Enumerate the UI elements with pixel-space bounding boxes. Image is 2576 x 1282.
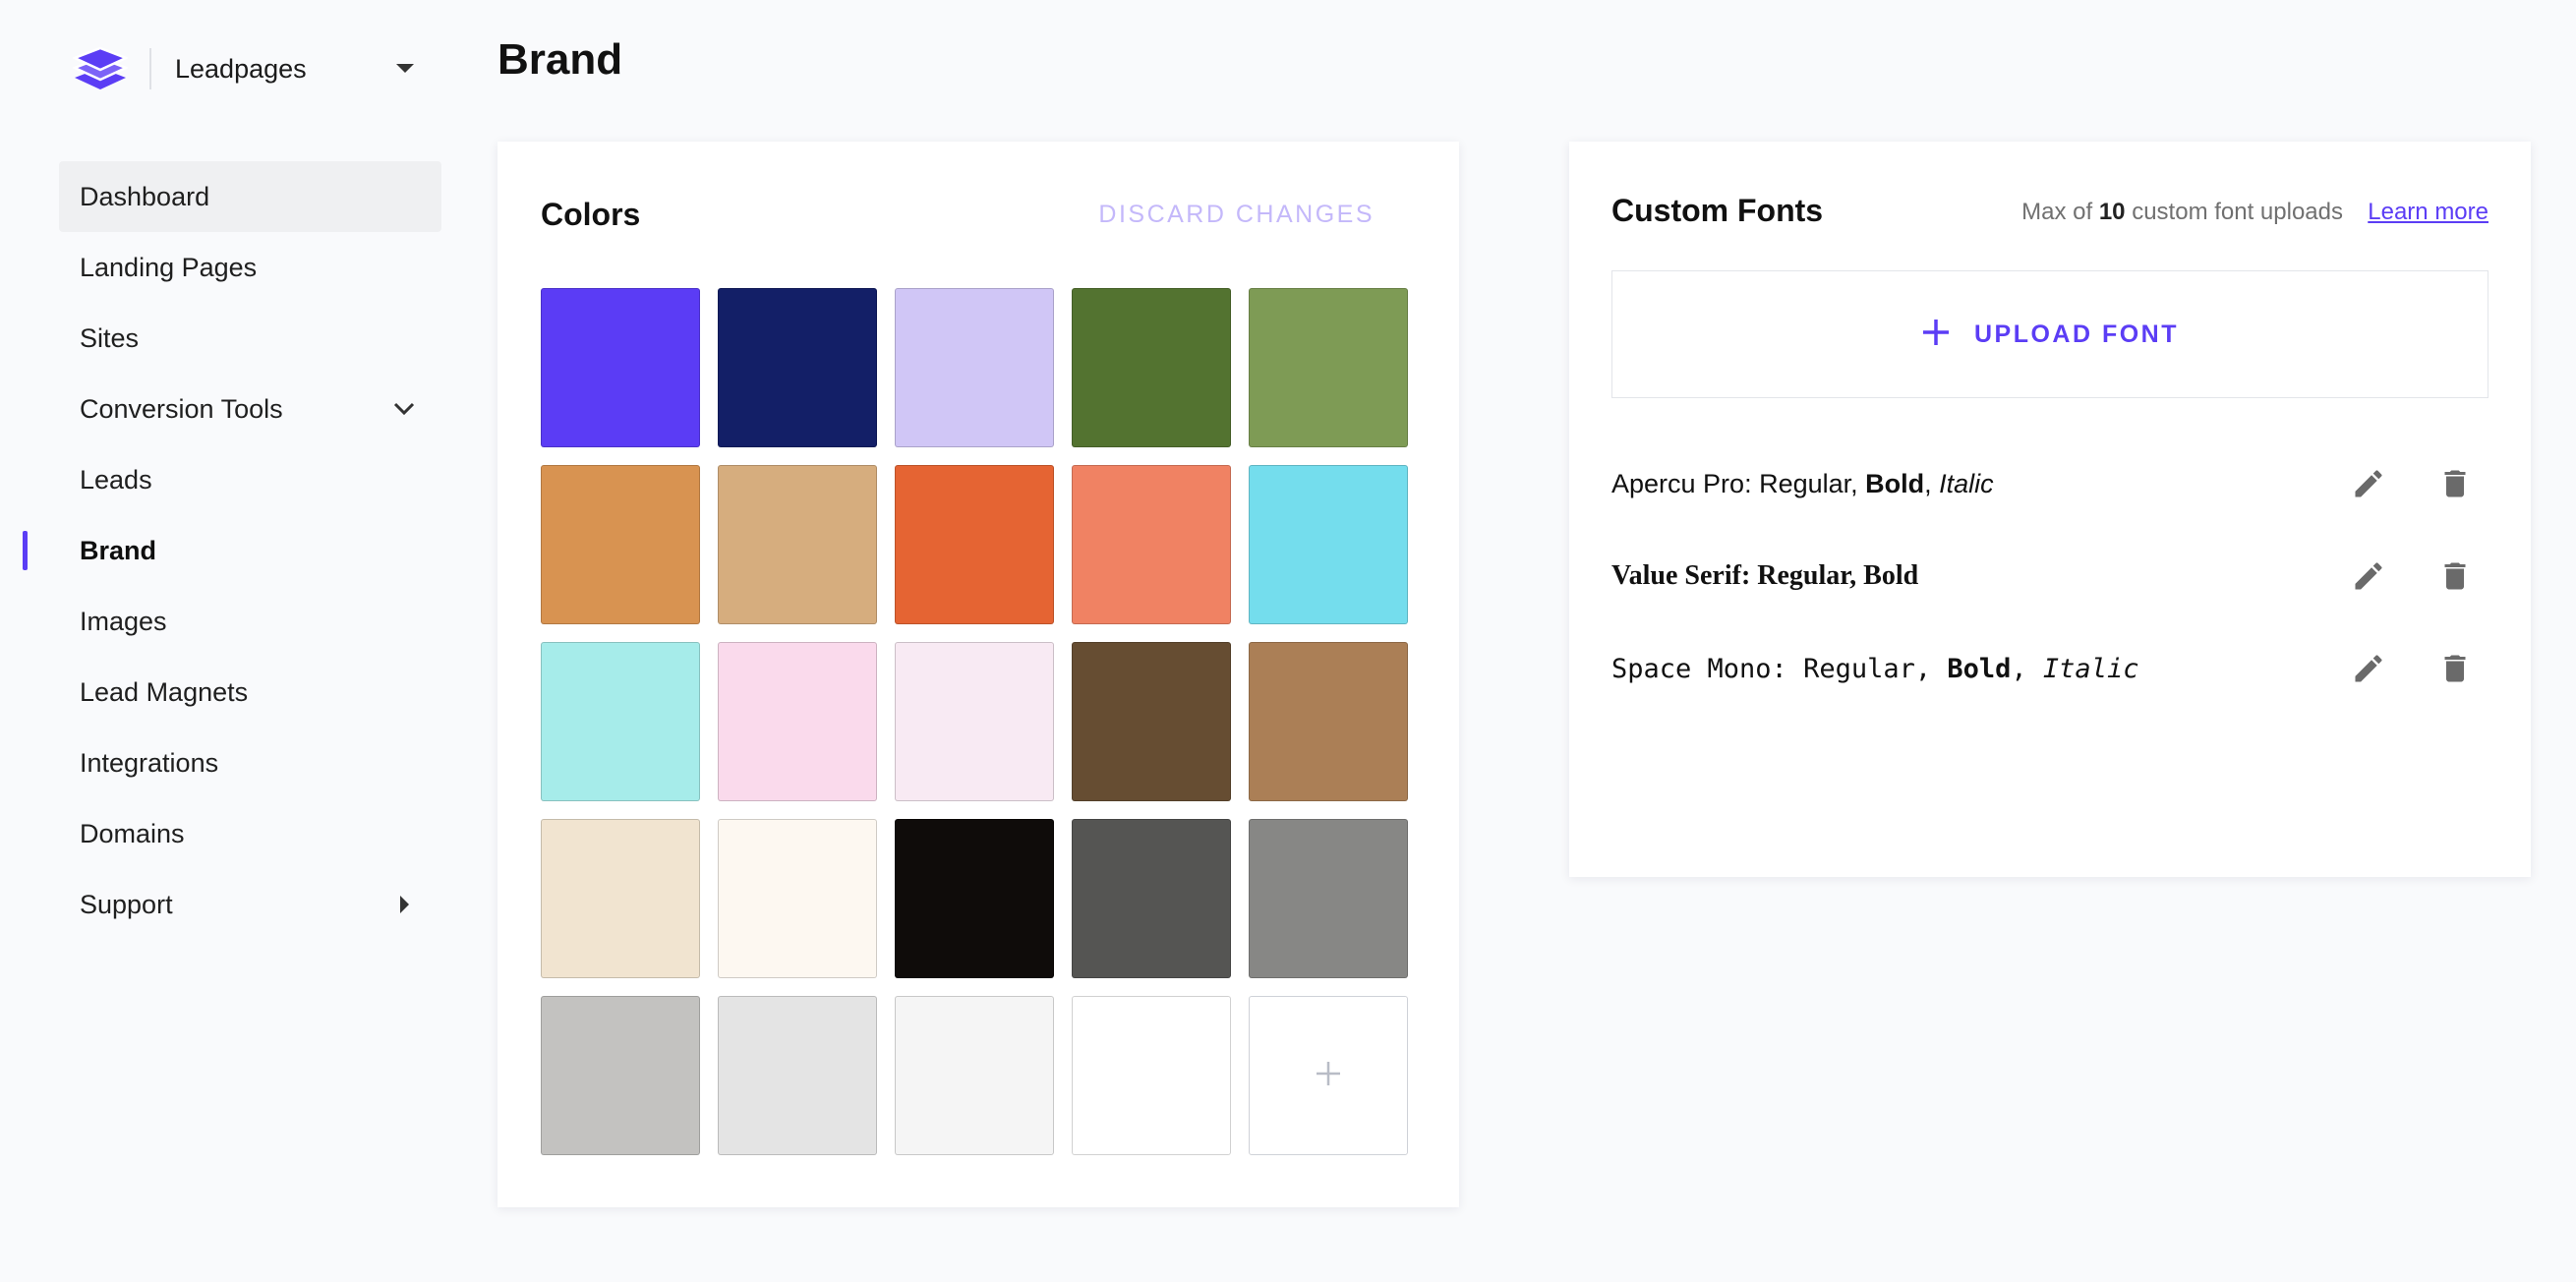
nav-item-images[interactable]: Images bbox=[59, 586, 441, 657]
font-family-text: Apercu Pro: Regular, bbox=[1611, 468, 1866, 498]
nav-item-label: Domains bbox=[80, 818, 185, 848]
edit-pencil-icon[interactable] bbox=[2347, 462, 2390, 505]
trash-icon[interactable] bbox=[2433, 554, 2477, 598]
color-swatch[interactable] bbox=[1249, 819, 1408, 978]
font-name: Value Serif: Regular, Bold bbox=[1611, 560, 1919, 591]
custom-fonts-title: Custom Fonts bbox=[1611, 193, 1824, 228]
font-weight-bold: Bold bbox=[1865, 468, 1925, 498]
nav-item-label: Leads bbox=[80, 464, 152, 495]
color-swatch[interactable] bbox=[541, 996, 700, 1155]
brand-divider bbox=[149, 48, 151, 89]
nav-item-integrations[interactable]: Integrations bbox=[59, 728, 441, 798]
font-name: Apercu Pro: Regular, Bold, Italic bbox=[1611, 469, 2347, 499]
caret-right-icon[interactable] bbox=[386, 887, 422, 922]
note-prefix: Max of bbox=[2021, 199, 2099, 225]
color-swatch[interactable] bbox=[1249, 642, 1408, 801]
font-family-text: Space Mono: Regular, bbox=[1611, 653, 1948, 684]
color-swatch[interactable] bbox=[718, 465, 877, 624]
colors-title: Colors bbox=[541, 197, 641, 232]
colors-card: Colors DISCARD CHANGES bbox=[498, 142, 1459, 1207]
chevron-down-icon[interactable] bbox=[386, 391, 422, 427]
note-suffix: custom font uploads bbox=[2125, 199, 2343, 225]
trash-icon[interactable] bbox=[2433, 462, 2477, 505]
color-swatch[interactable] bbox=[718, 996, 877, 1155]
plus-icon bbox=[1921, 318, 1951, 352]
color-swatch-grid bbox=[541, 288, 1408, 1155]
color-swatch[interactable] bbox=[1249, 465, 1408, 624]
nav-item-sites[interactable]: Sites bbox=[59, 303, 441, 374]
plus-icon bbox=[1315, 1060, 1342, 1092]
custom-fonts-card: Custom Fonts Max of 10 custom font uploa… bbox=[1569, 142, 2531, 877]
color-swatch[interactable] bbox=[895, 465, 1054, 624]
color-swatch[interactable] bbox=[718, 819, 877, 978]
font-row-value-serif: Value Serif: Regular, Bold bbox=[1611, 547, 2488, 606]
nav-item-lead-magnets[interactable]: Lead Magnets bbox=[59, 657, 441, 728]
workspace-switcher[interactable]: Leadpages bbox=[73, 39, 425, 98]
nav-item-label: Brand bbox=[80, 535, 157, 565]
color-swatch[interactable] bbox=[1072, 819, 1231, 978]
add-color-button[interactable] bbox=[1249, 996, 1408, 1155]
leadpages-logo-icon bbox=[73, 41, 128, 96]
color-swatch[interactable] bbox=[1072, 642, 1231, 801]
color-swatch[interactable] bbox=[541, 288, 700, 447]
color-swatch[interactable] bbox=[1072, 465, 1231, 624]
font-row-apercu: Apercu Pro: Regular, Bold, Italic bbox=[1611, 454, 2488, 513]
nav-item-dashboard[interactable]: Dashboard bbox=[59, 161, 441, 232]
note-count: 10 bbox=[2098, 199, 2126, 225]
font-style-italic: Italic bbox=[2042, 653, 2139, 684]
color-swatch[interactable] bbox=[895, 996, 1054, 1155]
upload-font-label: UPLOAD FONT bbox=[1973, 320, 2180, 348]
edit-pencil-icon[interactable] bbox=[2347, 647, 2390, 690]
color-swatch[interactable] bbox=[895, 288, 1054, 447]
color-swatch[interactable] bbox=[895, 819, 1054, 978]
workspace-name: Leadpages bbox=[175, 53, 307, 84]
edit-pencil-icon[interactable] bbox=[2347, 554, 2390, 598]
app: Leadpages Dashboard Landing Pages Sites … bbox=[0, 0, 2576, 1282]
font-separator: , bbox=[2011, 653, 2043, 684]
nav-item-domains[interactable]: Domains bbox=[59, 798, 441, 869]
nav-item-conversion-tools[interactable]: Conversion Tools bbox=[59, 374, 441, 444]
color-swatch[interactable] bbox=[1072, 996, 1231, 1155]
nav-item-landing-pages[interactable]: Landing Pages bbox=[59, 232, 441, 303]
nav-item-brand[interactable]: Brand bbox=[23, 515, 441, 586]
font-style-italic: Italic bbox=[1939, 468, 1994, 498]
caret-down-icon[interactable] bbox=[385, 49, 425, 88]
discard-changes-button[interactable]: DISCARD CHANGES bbox=[1098, 201, 1375, 229]
nav-item-label: Lead Magnets bbox=[80, 676, 249, 707]
color-swatch[interactable] bbox=[718, 288, 877, 447]
color-swatch[interactable] bbox=[718, 642, 877, 801]
font-row-space-mono: Space Mono: Regular, Bold, Italic bbox=[1611, 639, 2488, 698]
upload-font-button[interactable]: UPLOAD FONT bbox=[1611, 270, 2488, 398]
upload-limit-note: Max of 10 custom font uploads bbox=[2021, 199, 2343, 226]
color-swatch[interactable] bbox=[541, 465, 700, 624]
color-swatch[interactable] bbox=[1249, 288, 1408, 447]
font-name: Space Mono: Regular, Bold, Italic bbox=[1611, 654, 2347, 684]
trash-icon[interactable] bbox=[2433, 647, 2477, 690]
color-swatch[interactable] bbox=[895, 642, 1054, 801]
font-weight-bold: Bold bbox=[1947, 653, 2012, 684]
page-title: Brand bbox=[498, 35, 623, 84]
nav-item-label: Dashboard bbox=[80, 181, 210, 211]
nav-item-leads[interactable]: Leads bbox=[59, 444, 441, 515]
nav-item-support[interactable]: Support bbox=[59, 869, 441, 940]
color-swatch[interactable] bbox=[541, 819, 700, 978]
learn-more-link[interactable]: Learn more bbox=[2368, 199, 2488, 226]
nav-item-label: Sites bbox=[80, 322, 140, 353]
nav-item-label: Support bbox=[80, 889, 173, 919]
font-separator: , bbox=[1924, 468, 1940, 498]
nav-item-label: Conversion Tools bbox=[80, 393, 283, 424]
sidebar-nav: Dashboard Landing Pages Sites Conversion… bbox=[23, 161, 441, 940]
nav-item-label: Integrations bbox=[80, 747, 219, 778]
nav-item-label: Images bbox=[80, 606, 167, 636]
nav-item-label: Landing Pages bbox=[80, 252, 258, 282]
color-swatch[interactable] bbox=[1072, 288, 1231, 447]
color-swatch[interactable] bbox=[541, 642, 700, 801]
